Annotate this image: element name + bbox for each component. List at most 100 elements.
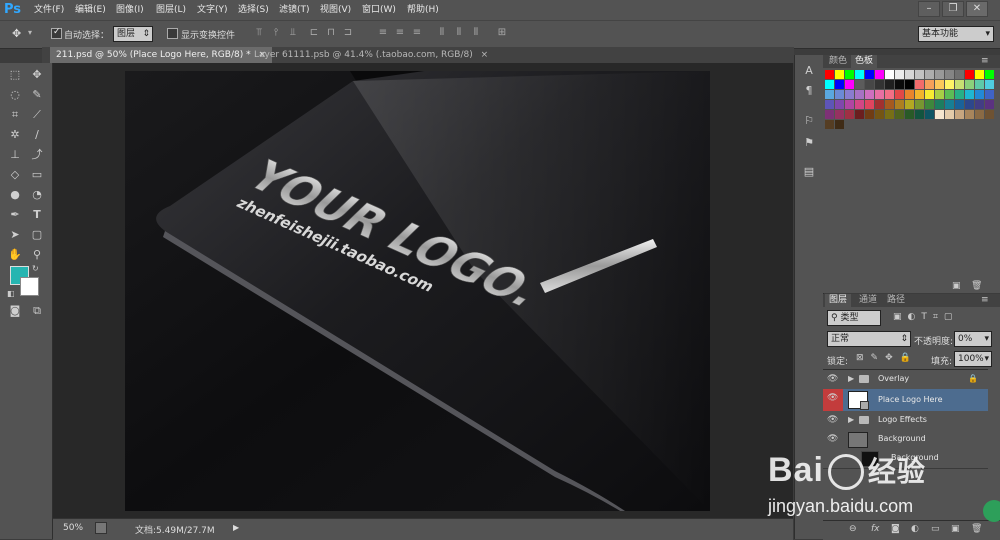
gradient-tool-icon[interactable]: ▭ [28, 167, 46, 183]
color-swatch[interactable] [965, 100, 974, 109]
workspace-dropdown[interactable]: 基本功能 ▾ [918, 26, 994, 42]
color-swatch[interactable] [935, 90, 944, 99]
hand-tool-icon[interactable]: ✋ [6, 247, 24, 263]
color-swatch[interactable] [925, 100, 934, 109]
blur-tool-icon[interactable]: ● [6, 187, 24, 203]
color-swatch[interactable] [905, 110, 914, 119]
color-swatch[interactable] [965, 70, 974, 79]
clone-stamp-tool-icon[interactable]: ⊥ [6, 147, 24, 163]
color-swatch[interactable] [975, 80, 984, 89]
color-swatch[interactable] [985, 100, 994, 109]
tab-paths[interactable]: 路径 [883, 294, 909, 307]
color-swatch[interactable] [905, 80, 914, 89]
menu-view[interactable]: 视图(V) [320, 3, 351, 17]
color-swatch[interactable] [875, 90, 884, 99]
menu-layer[interactable]: 图层(L) [156, 3, 186, 17]
blend-mode-dropdown[interactable]: 正常 ⇕ [827, 331, 911, 347]
layer-row-overlay[interactable]: 👁 ▶ Overlay 🔒 [823, 370, 988, 390]
color-swatch[interactable] [925, 90, 934, 99]
color-swatch[interactable] [865, 80, 874, 89]
color-swatch[interactable] [835, 80, 844, 89]
color-swatch[interactable] [895, 90, 904, 99]
color-swatch[interactable] [945, 70, 954, 79]
path-select-tool-icon[interactable]: ➤ [6, 227, 24, 243]
color-swatch[interactable] [835, 70, 844, 79]
color-swatch[interactable] [965, 80, 974, 89]
visibility-cell[interactable]: 👁 [823, 389, 843, 411]
color-swatch[interactable] [825, 110, 834, 119]
lasso-tool-icon[interactable]: ◌ [6, 87, 24, 103]
color-swatch[interactable] [885, 90, 894, 99]
color-swatch[interactable] [985, 70, 994, 79]
color-swatch[interactable] [935, 110, 944, 119]
document-canvas[interactable]: YOUR LOGO. zhenfeishejii.taobao.com [125, 71, 710, 511]
zoom-tool-icon[interactable]: ⚲ [28, 247, 46, 263]
new-swatch-icon[interactable]: ▣ [952, 281, 961, 291]
align-left-icon[interactable]: ⊏ [308, 27, 320, 39]
menu-filter[interactable]: 滤镜(T) [279, 3, 310, 17]
crop-tool-icon[interactable]: ⌗ [6, 107, 24, 123]
distribute-bottom-icon[interactable]: ≡ [411, 27, 423, 39]
trash-icon[interactable]: 🗑 [971, 524, 982, 534]
show-transform-checkbox[interactable] [167, 28, 178, 39]
minimize-button[interactable]: – [918, 1, 940, 17]
color-swatch[interactable] [915, 70, 924, 79]
color-swatch[interactable] [935, 80, 944, 89]
auto-select-checkbox[interactable]: ✓ [51, 27, 62, 39]
color-swatch[interactable] [865, 110, 874, 119]
color-swatch[interactable] [865, 100, 874, 109]
fill-input[interactable]: 100% ▾ [954, 351, 992, 367]
chevron-right-icon[interactable]: ▶ [848, 374, 856, 384]
healing-brush-tool-icon[interactable]: ✲ [6, 127, 24, 143]
layer-filter-icons[interactable]: ▣◐T⌗▢ [893, 312, 958, 322]
color-swatch[interactable] [835, 120, 844, 129]
dodge-tool-icon[interactable]: ◔ [28, 187, 46, 203]
panel-menu-icon[interactable]: ≡ [981, 56, 989, 66]
quick-select-tool-icon[interactable]: ✎ [28, 87, 46, 103]
character-styles-icon[interactable]: ⚐ [800, 113, 818, 129]
menu-window[interactable]: 窗口(W) [362, 3, 396, 17]
color-swatch[interactable] [985, 80, 994, 89]
color-swatch[interactable] [875, 80, 884, 89]
distribute-left-icon[interactable]: ⦀ [436, 27, 448, 39]
color-swatch[interactable] [925, 70, 934, 79]
chevron-right-icon[interactable]: ▶ [848, 415, 856, 425]
color-swatch[interactable] [855, 70, 864, 79]
tab-color[interactable]: 颜色 [825, 55, 851, 68]
color-swatch[interactable] [975, 90, 984, 99]
color-swatch[interactable] [985, 110, 994, 119]
close-icon[interactable]: × [481, 50, 489, 60]
color-swatch[interactable] [855, 80, 864, 89]
lock-icons[interactable]: ⊠✎✥🔒 [856, 353, 918, 363]
color-swatch[interactable] [845, 80, 854, 89]
color-swatch[interactable] [915, 90, 924, 99]
status-menu-arrow-icon[interactable]: ▶ [233, 523, 239, 532]
color-swatch[interactable] [985, 90, 994, 99]
color-swatch[interactable] [975, 70, 984, 79]
color-swatch[interactable] [955, 110, 964, 119]
move-tool-icon[interactable]: ✥ [12, 27, 21, 40]
color-swatch[interactable] [915, 100, 924, 109]
color-swatch[interactable] [895, 70, 904, 79]
trash-icon[interactable]: 🗑 [971, 281, 982, 291]
eyedropper-tool-icon[interactable]: ⟋ [28, 107, 46, 123]
paragraph-panel-icon[interactable]: ¶ [800, 83, 818, 99]
eye-icon[interactable]: 👁 [827, 415, 838, 425]
color-swatch[interactable] [965, 110, 974, 119]
background-color-swatch[interactable] [20, 277, 39, 296]
chevron-down-icon[interactable]: ▾ [28, 28, 32, 37]
color-swatch[interactable] [825, 70, 834, 79]
move-tool-icon[interactable]: ✥ [28, 67, 46, 83]
color-swatch[interactable] [855, 90, 864, 99]
quick-mask-icon[interactable]: ◙ [6, 303, 24, 319]
tab-211-psd[interactable]: 211.psd @ 50% (Place Logo Here, RGB/8) *… [50, 47, 273, 63]
color-swatch[interactable] [935, 100, 944, 109]
align-top-icon[interactable]: ⫪ [253, 27, 265, 39]
align-hcenter-icon[interactable]: ⊓ [325, 27, 337, 39]
distribute-vcenter-icon[interactable]: ≡ [394, 27, 406, 39]
align-right-icon[interactable]: ⊐ [342, 27, 354, 39]
color-swatch[interactable] [845, 100, 854, 109]
character-panel-icon[interactable]: A [800, 63, 818, 79]
color-swatch[interactable] [895, 110, 904, 119]
share-icon[interactable] [95, 522, 107, 534]
